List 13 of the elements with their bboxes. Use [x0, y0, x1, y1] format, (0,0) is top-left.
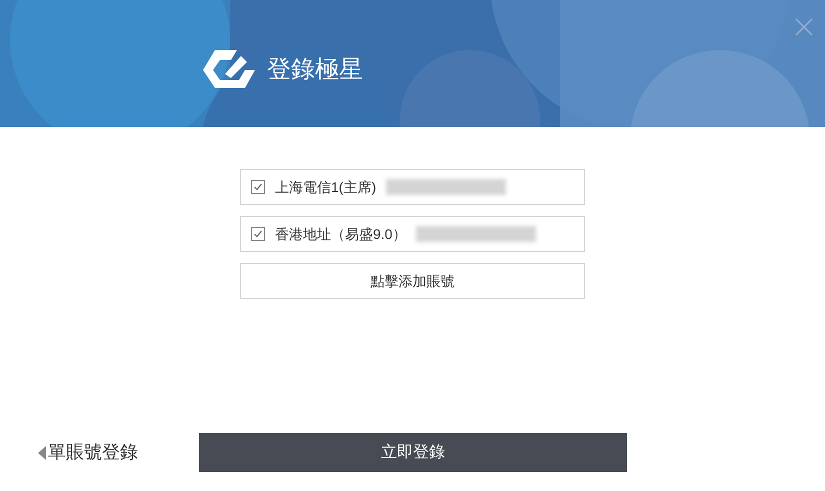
single-account-login-link[interactable]: 單賬號登錄 — [38, 439, 199, 466]
account-label: 上海電信1(主席) — [275, 178, 376, 197]
checkbox[interactable] — [251, 227, 265, 241]
checkmark-icon — [253, 229, 263, 239]
account-row[interactable]: 上海電信1(主席) — [240, 169, 585, 205]
caret-icon — [38, 446, 46, 460]
add-account-button[interactable]: 點擊添加賬號 — [240, 263, 585, 299]
login-button[interactable]: 立即登錄 — [199, 433, 627, 472]
checkmark-icon — [253, 182, 263, 192]
checkbox[interactable] — [251, 180, 265, 194]
account-label: 香港地址（易盛9.0） — [275, 224, 406, 244]
header-title: 登錄極星 — [267, 55, 363, 85]
account-row[interactable]: 香港地址（易盛9.0） — [240, 216, 585, 252]
